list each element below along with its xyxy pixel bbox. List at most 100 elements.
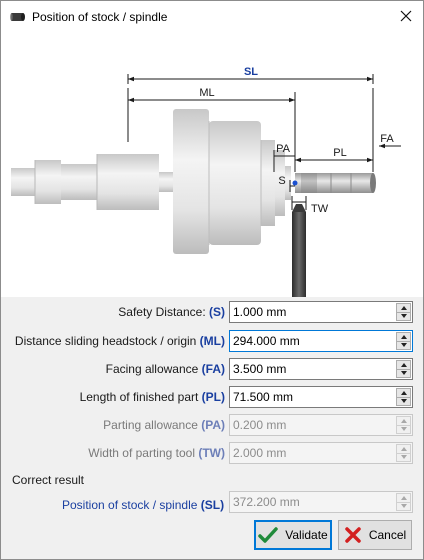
spinbox-input[interactable] — [230, 359, 394, 379]
field-label-code: (FA) — [201, 362, 225, 376]
field-label: Distance sliding headstock / origin (ML) — [15, 334, 225, 348]
field-label-text: Distance sliding headstock / origin — [14, 334, 200, 348]
field-label-text: Length of finished part — [79, 390, 202, 404]
spin-up-button — [396, 416, 411, 426]
form-row: Safety Distance: (S) — [1, 301, 423, 323]
result-label-text: Position of stock / spindle — [62, 498, 201, 512]
field-label-text: Facing allowance — [105, 362, 202, 376]
spin-arrows — [396, 493, 411, 511]
spin-down-button — [396, 453, 411, 462]
dim-label-ml: ML — [199, 87, 214, 99]
spin-arrows[interactable] — [396, 388, 411, 406]
dim-label-sl: SL — [244, 66, 258, 78]
field-label: Width of parting tool (TW) — [88, 446, 225, 460]
spinbox[interactable] — [229, 386, 413, 408]
spinbox-input — [230, 443, 394, 463]
field-label: Length of finished part (PL) — [80, 390, 225, 404]
arrow-up-icon — [400, 390, 407, 395]
cancel-button[interactable]: Cancel — [338, 520, 412, 550]
spin-down-button[interactable] — [396, 397, 411, 406]
result-label: Position of stock / spindle (SL) — [62, 498, 224, 512]
stock-bar-icon — [10, 11, 26, 23]
spinbox[interactable] — [229, 358, 413, 380]
close-icon — [400, 10, 412, 22]
spin-arrows[interactable] — [396, 360, 411, 378]
spin-up-button[interactable] — [396, 332, 411, 342]
stock-bar — [295, 173, 376, 193]
spin-up-button[interactable] — [396, 388, 411, 398]
spin-arrows — [396, 416, 411, 434]
form-row: Width of parting tool (TW) — [1, 442, 423, 464]
cross-icon — [344, 526, 362, 544]
form-row: Length of finished part (PL) — [1, 386, 423, 408]
spin-arrows[interactable] — [396, 332, 411, 350]
arrow-up-icon — [400, 446, 407, 451]
spinbox-input — [230, 415, 394, 435]
field-label-text: Width of parting tool — [88, 446, 199, 460]
arrow-up-icon — [400, 334, 407, 339]
validate-label: Validate — [285, 528, 328, 542]
check-icon — [258, 526, 278, 544]
spinbox — [229, 414, 413, 436]
spindle-body — [11, 109, 291, 254]
arrow-down-icon — [400, 427, 407, 432]
spinbox-input[interactable] — [230, 387, 394, 407]
field-label: Safety Distance: (S) — [118, 305, 225, 319]
field-label: Parting allowance (PA) — [103, 418, 225, 432]
dim-label-pl: PL — [333, 147, 346, 159]
form-row: Distance sliding headstock / origin (ML) — [1, 330, 423, 352]
form-row: Parting allowance (PA) — [1, 414, 423, 436]
spin-down-button[interactable] — [396, 369, 411, 378]
field-label: Facing allowance (FA) — [106, 362, 225, 376]
field-label-code: (ML) — [199, 334, 225, 348]
result-input — [230, 492, 394, 512]
spin-up-button[interactable] — [396, 303, 411, 313]
spin-down-button — [396, 425, 411, 434]
arrow-down-icon — [400, 504, 407, 509]
field-label-code: (S) — [209, 305, 225, 319]
spinbox-input[interactable] — [230, 302, 394, 322]
spin-up-button — [396, 493, 411, 503]
spinbox-input[interactable] — [230, 331, 394, 351]
arrow-down-icon — [400, 314, 407, 319]
arrow-up-icon — [400, 305, 407, 310]
spin-up-button — [396, 444, 411, 454]
spin-down-button[interactable] — [396, 312, 411, 321]
validate-button[interactable]: Validate — [254, 520, 332, 550]
dim-label-s: S — [278, 175, 285, 187]
origin-marker — [292, 180, 298, 186]
field-label-code: (PL) — [201, 390, 225, 404]
section-title-result: Correct result — [12, 473, 85, 487]
spin-arrows[interactable] — [396, 303, 411, 321]
arrow-down-icon — [400, 371, 407, 376]
dialog-window: Position of stock / spindle SL ML PA PL … — [0, 0, 424, 560]
result-label-code: (SL) — [200, 498, 225, 512]
arrow-up-icon — [400, 495, 407, 500]
dim-label-pa: PA — [276, 143, 291, 155]
spinbox — [229, 442, 413, 464]
field-label-text: Parting allowance — [103, 418, 202, 432]
spinbox[interactable] — [229, 330, 413, 352]
arrow-down-icon — [400, 455, 407, 460]
arrow-up-icon — [400, 418, 407, 423]
window-title: Position of stock / spindle — [32, 9, 168, 24]
arrow-up-icon — [400, 362, 407, 367]
close-button[interactable] — [391, 2, 421, 30]
spin-down-button — [396, 502, 411, 511]
spin-down-button[interactable] — [396, 341, 411, 350]
spindle-diagram: SL ML PA PL FA S TW — [1, 32, 423, 298]
result-field — [229, 491, 413, 513]
spinbox[interactable] — [229, 301, 413, 323]
field-label-text: Safety Distance: — [118, 305, 209, 319]
dim-label-fa: FA — [380, 133, 394, 145]
arrow-down-icon — [400, 399, 407, 404]
dim-label-tw: TW — [311, 203, 329, 215]
field-label-code: (TW) — [198, 446, 225, 460]
parting-tool — [292, 204, 306, 298]
title-bar: Position of stock / spindle — [1, 1, 423, 32]
form-row: Facing allowance (FA) — [1, 358, 423, 380]
arrow-down-icon — [400, 343, 407, 348]
spin-arrows — [396, 444, 411, 462]
spin-up-button[interactable] — [396, 360, 411, 370]
cancel-label: Cancel — [368, 528, 407, 542]
